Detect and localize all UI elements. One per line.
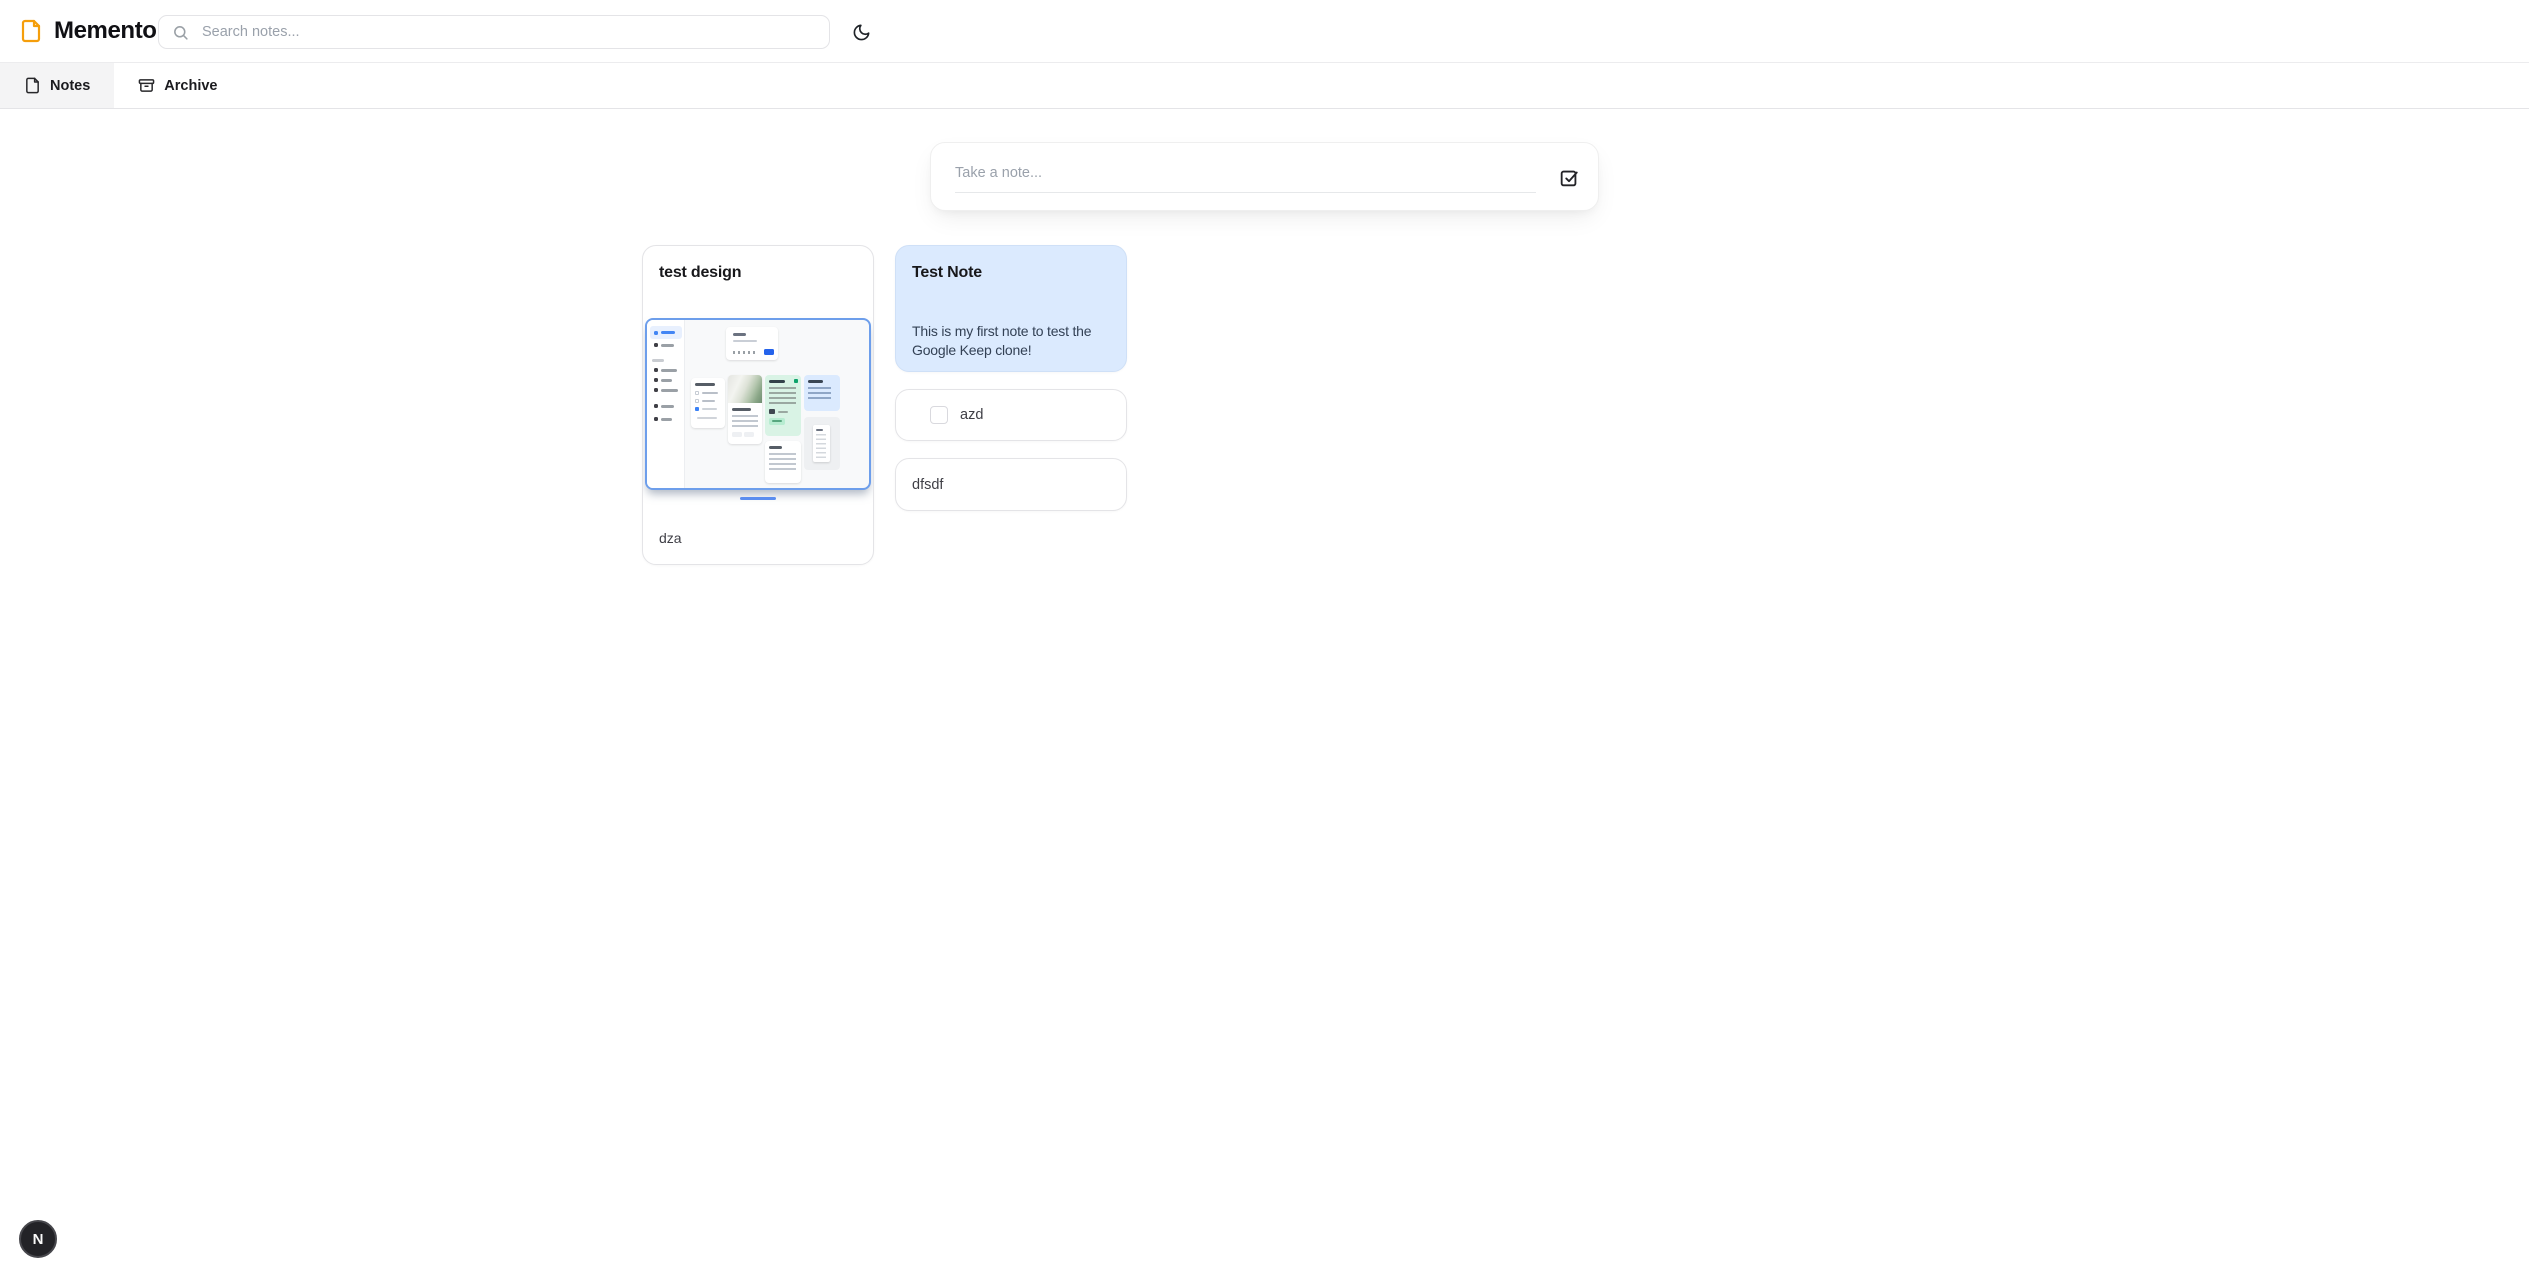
tab-label: Notes [50, 78, 90, 94]
mini-checkbox [695, 391, 699, 395]
note-file-icon [19, 19, 43, 43]
dot [654, 378, 658, 382]
tab-notes[interactable]: Notes [0, 63, 114, 108]
check-square-icon [1558, 167, 1580, 189]
thumb-card-blue [804, 375, 840, 411]
dot [654, 404, 658, 408]
text-lines [769, 453, 796, 470]
take-note-input[interactable] [955, 153, 1536, 193]
thumb-card-photo [728, 375, 762, 444]
note-body: dfsdf [912, 477, 943, 493]
header: Memento [0, 0, 2529, 62]
note-checkbox[interactable] [930, 406, 948, 424]
mini-button [764, 349, 774, 355]
text-line [652, 359, 664, 362]
thumb-card-page [804, 417, 840, 470]
mini-badge [769, 409, 775, 414]
note-title: test design [659, 262, 857, 284]
text-line [695, 383, 715, 386]
dot [654, 368, 658, 372]
note-card-test-design[interactable]: test design [642, 245, 874, 565]
tab-bar: Notes Archive [0, 62, 2529, 109]
text-line [733, 340, 757, 342]
thumb-card-green [765, 375, 801, 436]
thumb-card-idea [765, 441, 801, 483]
note-title: Test Note [912, 262, 1110, 284]
note-body: azd [960, 407, 983, 423]
new-checklist-button[interactable] [1557, 166, 1581, 190]
text-line [732, 408, 751, 411]
text-line [661, 344, 674, 347]
dot [654, 343, 658, 347]
thumb-sidebar [647, 320, 685, 488]
text-line [778, 411, 788, 413]
note-card-dfsdf[interactable]: dfsdf [895, 458, 1127, 511]
mini-chip [732, 432, 742, 437]
mini-photo [728, 375, 762, 403]
profile-avatar[interactable]: N [19, 1220, 57, 1258]
text-line [702, 392, 718, 394]
text-line [702, 400, 715, 402]
text-line [733, 333, 746, 336]
thumb-card-checklist [691, 378, 725, 428]
mini-icon [794, 379, 798, 383]
grid-column: Test Note This is my first note to test … [895, 245, 1127, 565]
text-line [661, 418, 672, 421]
thumb-composer [726, 327, 778, 360]
dot [654, 417, 658, 421]
mini-checkbox [695, 399, 699, 403]
note-body: dza [659, 530, 682, 546]
mini-checkbox-checked [695, 407, 699, 411]
text-line [772, 420, 782, 422]
thumbnail-scroll-indicator [740, 497, 776, 500]
text-line [661, 369, 677, 372]
text-line [661, 379, 672, 382]
text-lines [769, 387, 796, 404]
file-icon [24, 77, 41, 94]
toolbar-dots [733, 351, 756, 354]
text-line [661, 331, 675, 334]
text-line [769, 446, 782, 449]
moon-icon [852, 23, 871, 42]
text-line [697, 417, 717, 419]
theme-toggle-button[interactable] [843, 14, 879, 50]
text-line [661, 405, 674, 408]
search-input[interactable] [200, 23, 816, 41]
tab-archive[interactable]: Archive [114, 63, 241, 108]
dot [654, 331, 658, 335]
text-line [816, 429, 823, 431]
notes-grid: test design [642, 245, 1127, 565]
text-line [808, 380, 823, 383]
note-image-thumbnail [645, 318, 871, 490]
note-card-azd[interactable]: azd [895, 389, 1127, 441]
archive-icon [138, 77, 155, 94]
text-line [769, 380, 785, 383]
mini-chip [744, 432, 754, 437]
text-lines [732, 415, 758, 427]
text-lines [816, 434, 826, 458]
app-title: Memento [54, 17, 157, 45]
grid-column: test design [642, 245, 874, 565]
note-composer [930, 142, 1599, 211]
search-bar[interactable] [158, 15, 830, 49]
text-line [661, 389, 678, 392]
dot [654, 388, 658, 392]
note-card-test-note[interactable]: Test Note This is my first note to test … [895, 245, 1127, 372]
app-logo: Memento [19, 0, 157, 62]
note-body: This is my first note to test the Google… [912, 322, 1110, 360]
search-icon [172, 24, 189, 41]
text-line [702, 408, 717, 410]
text-lines [808, 387, 831, 399]
tab-label: Archive [164, 78, 217, 94]
